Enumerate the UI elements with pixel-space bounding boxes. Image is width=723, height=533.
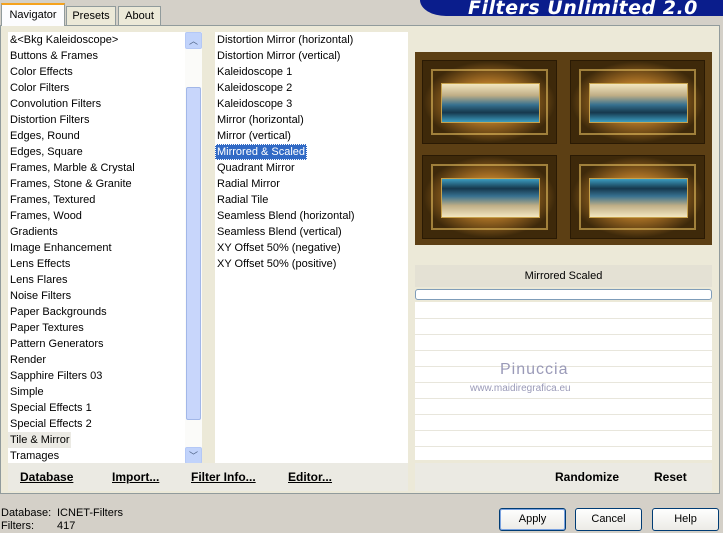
category-item[interactable]: Noise Filters <box>8 288 73 304</box>
scroll-thumb[interactable] <box>186 87 201 420</box>
filter-item[interactable]: Radial Tile <box>215 192 270 208</box>
help-button[interactable]: Help <box>652 508 719 531</box>
preview-tile <box>570 60 705 144</box>
filter-item[interactable]: XY Offset 50% (positive) <box>215 256 338 272</box>
editor-link[interactable]: Editor... <box>288 470 332 484</box>
category-item[interactable]: Lens Effects <box>8 256 72 272</box>
category-item[interactable]: Frames, Textured <box>8 192 97 208</box>
filter-item[interactable]: Mirror (vertical) <box>215 128 293 144</box>
chevron-up-icon: ︿ <box>189 36 199 46</box>
filter-item[interactable]: Seamless Blend (horizontal) <box>215 208 357 224</box>
row-divider <box>415 446 712 447</box>
category-item[interactable]: Image Enhancement <box>8 240 114 256</box>
filter-item[interactable]: Quadrant Mirror <box>215 160 297 176</box>
category-item[interactable]: Simple <box>8 384 46 400</box>
filter-info-link[interactable]: Filter Info... <box>191 470 256 484</box>
reset-button[interactable]: Reset <box>654 470 687 484</box>
category-item[interactable]: Color Filters <box>8 80 71 96</box>
randomize-button[interactable]: Randomize <box>555 470 619 484</box>
category-item[interactable]: Frames, Marble & Crystal <box>8 160 137 176</box>
filter-item[interactable]: Radial Mirror <box>215 176 282 192</box>
category-item[interactable]: Tile & Mirror <box>8 432 72 448</box>
database-link[interactable]: Database <box>20 470 73 484</box>
progress-bar <box>415 289 712 300</box>
category-item[interactable]: Convolution Filters <box>8 96 103 112</box>
filter-item[interactable]: Distortion Mirror (horizontal) <box>215 32 355 48</box>
category-item[interactable]: Special Effects 1 <box>8 400 94 416</box>
category-item[interactable]: Paper Textures <box>8 320 86 336</box>
scroll-down-button[interactable]: ﹀ <box>185 447 202 464</box>
category-item[interactable]: Paper Backgrounds <box>8 304 109 320</box>
row-divider <box>415 430 712 431</box>
category-item[interactable]: Edges, Round <box>8 128 82 144</box>
preview-tile <box>422 155 557 239</box>
tab-presets[interactable]: Presets <box>66 6 116 25</box>
filter-item[interactable]: Kaleidoscope 2 <box>215 80 294 96</box>
row-divider <box>415 398 712 399</box>
selected-filter-name: Mirrored Scaled <box>415 265 712 287</box>
watermark-text: Pinuccia <box>500 361 569 378</box>
title-banner: Filters Unlimited 2.0 <box>420 0 723 16</box>
database-label: Database: <box>1 507 52 519</box>
category-item[interactable]: Distortion Filters <box>8 112 91 128</box>
chevron-down-icon: ﹀ <box>189 451 199 461</box>
apply-button[interactable]: Apply <box>499 508 566 531</box>
database-value: ICNET-Filters <box>57 507 123 519</box>
filter-item[interactable]: Kaleidoscope 3 <box>215 96 294 112</box>
category-item[interactable]: Color Effects <box>8 64 75 80</box>
category-item[interactable]: Pattern Generators <box>8 336 106 352</box>
category-item[interactable]: Lens Flares <box>8 272 69 288</box>
category-item[interactable]: Buttons & Frames <box>8 48 100 64</box>
row-divider <box>415 350 712 351</box>
filters-count: 417 <box>57 520 76 532</box>
tab-navigator[interactable]: Navigator <box>1 3 65 26</box>
filter-item[interactable]: Mirror (horizontal) <box>215 112 306 128</box>
category-item[interactable]: Gradients <box>8 224 60 240</box>
banner-title: Filters Unlimited 2.0 <box>468 0 698 16</box>
scroll-up-button[interactable]: ︿ <box>185 32 202 49</box>
filters-label: Filters: <box>1 520 34 532</box>
filter-item[interactable]: Seamless Blend (vertical) <box>215 224 344 240</box>
watermark-url: www.maidiregrafica.eu <box>470 383 571 394</box>
category-item[interactable]: Special Effects 2 <box>8 416 94 432</box>
category-item[interactable]: Render <box>8 352 48 368</box>
row-divider <box>415 318 712 319</box>
row-divider <box>415 334 712 335</box>
category-item[interactable]: &<Bkg Kaleidoscope> <box>8 32 120 48</box>
category-item[interactable]: Frames, Wood <box>8 208 84 224</box>
category-item[interactable]: Tramages <box>8 448 61 464</box>
category-item[interactable]: Edges, Square <box>8 144 85 160</box>
import-link[interactable]: Import... <box>112 470 159 484</box>
filter-item[interactable]: Distortion Mirror (vertical) <box>215 48 342 64</box>
filter-item[interactable]: Kaleidoscope 1 <box>215 64 294 80</box>
tab-about[interactable]: About <box>118 6 161 25</box>
filter-list[interactable]: Distortion Mirror (horizontal) Distortion… <box>215 32 408 464</box>
row-divider <box>415 414 712 415</box>
category-item[interactable]: Sapphire Filters 03 <box>8 368 104 384</box>
filter-item[interactable]: XY Offset 50% (negative) <box>215 240 343 256</box>
parameter-area <box>415 302 712 460</box>
category-scrollbar[interactable]: ︿ ﹀ <box>185 32 202 464</box>
preview-image <box>415 52 712 245</box>
filter-item[interactable]: Mirrored & Scaled <box>215 144 308 160</box>
cancel-button[interactable]: Cancel <box>575 508 642 531</box>
category-list[interactable]: &<Bkg Kaleidoscope> Buttons & Frames Color… <box>8 32 185 464</box>
preview-tile <box>570 155 705 239</box>
category-item[interactable]: Frames, Stone & Granite <box>8 176 134 192</box>
preview-tile <box>422 60 557 144</box>
